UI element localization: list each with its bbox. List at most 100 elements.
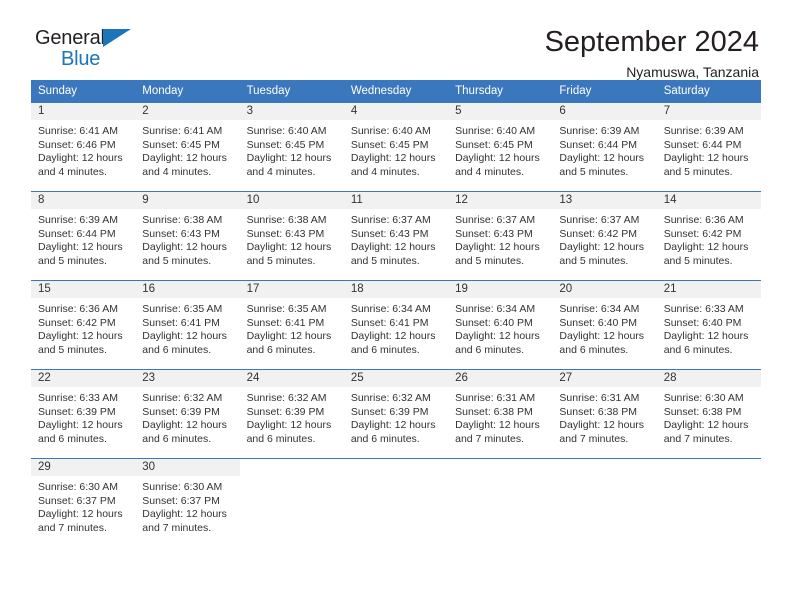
sunrise-time: Sunrise: 6:37 AM [350,214,431,226]
day-number: 22 [31,370,136,387]
day-number: 30 [135,459,240,476]
sunrise-time: Sunrise: 6:38 AM [246,214,327,226]
day-number: 23 [135,370,240,387]
title-block: September 2024 Nyamuswa, Tanzania [545,26,761,81]
location-subtitle: Nyamuswa, Tanzania [626,64,759,80]
sunset-time: Sunset: 6:42 PM [663,227,742,240]
day-details: Sunrise: 6:40 AM Sunset: 6:45 PM Daylight:… [344,120,448,179]
sunrise-time: Sunrise: 6:39 AM [663,125,744,137]
calendar-day-cell[interactable]: 27 Sunrise: 6:31 AM Sunset: 6:38 PM Dayligh… [552,369,657,459]
day-number: 5 [448,103,553,120]
calendar-day-cell[interactable]: 9 Sunrise: 6:38 AM Sunset: 6:43 PM Daylight… [135,191,240,281]
day-number [343,459,449,476]
sunrise-sunset-calendar: Sunday Monday Tuesday Wednesday Thursday Frid… [31,80,761,548]
calendar-day-cell[interactable]: 15 Sunrise: 6:36 AM Sunset: 6:42 PM Dayligh… [31,280,136,370]
calendar-day-cell[interactable]: 22 Sunrise: 6:33 AM Sunset: 6:39 PM Dayligh… [31,369,136,459]
day-details: Sunrise: 6:33 AM Sunset: 6:39 PM Daylight:… [31,387,135,446]
calendar-day-cell[interactable]: 2 Sunrise: 6:41 AM Sunset: 6:45 PM Daylight… [135,102,240,192]
calendar-day-cell[interactable]: 25 Sunrise: 6:32 AM Sunset: 6:39 PM Dayligh… [343,369,449,459]
calendar-day-cell[interactable]: 1 Sunrise: 6:41 AM Sunset: 6:46 PM Daylight… [31,102,136,192]
day-details: Sunrise: 6:39 AM Sunset: 6:44 PM Daylight:… [552,120,656,179]
sunset-time: Sunset: 6:45 PM [142,138,220,151]
daylight-duration: Daylight: 12 hours and 7 minutes. [142,508,227,534]
general-blue-logo[interactable]: General Blue [31,26,181,74]
day-details: Sunrise: 6:32 AM Sunset: 6:39 PM Daylight:… [344,387,448,446]
daylight-duration: Daylight: 12 hours and 5 minutes. [663,241,749,267]
daylight-duration: Daylight: 12 hours and 6 minutes. [246,330,332,356]
daylight-duration: Daylight: 12 hours and 6 minutes. [142,330,227,356]
sunset-time: Sunset: 6:38 PM [559,405,638,418]
daylight-duration: Daylight: 12 hours and 5 minutes. [38,241,123,267]
calendar-day-cell[interactable]: 24 Sunrise: 6:32 AM Sunset: 6:39 PM Dayligh… [239,369,344,459]
daylight-duration: Daylight: 12 hours and 5 minutes. [455,241,540,267]
calendar-day-cell[interactable]: 4 Sunrise: 6:40 AM Sunset: 6:45 PM Daylight… [343,102,449,192]
day-number: 7 [656,103,761,120]
sunrise-time: Sunrise: 6:35 AM [246,303,327,315]
sunrise-time: Sunrise: 6:37 AM [455,214,536,226]
day-details: Sunrise: 6:31 AM Sunset: 6:38 PM Daylight:… [448,387,552,446]
day-number: 13 [552,192,657,209]
day-number [239,459,344,476]
daylight-duration: Daylight: 12 hours and 7 minutes. [38,508,123,534]
calendar-day-cell[interactable]: 30 Sunrise: 6:30 AM Sunset: 6:37 PM Dayligh… [135,458,240,548]
day-details: Sunrise: 6:33 AM Sunset: 6:40 PM Daylight:… [657,298,761,357]
day-number: 26 [448,370,553,387]
calendar-day-cell[interactable]: 28 Sunrise: 6:30 AM Sunset: 6:38 PM Dayligh… [656,369,761,459]
sunrise-time: Sunrise: 6:40 AM [246,125,327,137]
calendar-day-cell[interactable]: 8 Sunrise: 6:39 AM Sunset: 6:44 PM Daylight… [31,191,136,281]
weekday-header-wednesday: Wednesday [343,80,449,103]
day-details: Sunrise: 6:34 AM Sunset: 6:41 PM Daylight:… [344,298,448,357]
calendar-day-cell[interactable]: 11 Sunrise: 6:37 AM Sunset: 6:43 PM Dayligh… [343,191,449,281]
day-number: 25 [343,370,449,387]
sunset-time: Sunset: 6:44 PM [663,138,742,151]
calendar-day-cell[interactable]: 7 Sunrise: 6:39 AM Sunset: 6:44 PM Daylight… [656,102,761,192]
day-details: Sunrise: 6:30 AM Sunset: 6:38 PM Daylight:… [657,387,761,446]
sunrise-time: Sunrise: 6:31 AM [455,392,536,404]
calendar-day-cell[interactable]: 26 Sunrise: 6:31 AM Sunset: 6:38 PM Dayligh… [448,369,553,459]
calendar-page: General Blue September 2024 Nyamuswa, Ta… [0,0,792,612]
sunset-time: Sunset: 6:43 PM [455,227,533,240]
day-number: 20 [552,281,657,298]
sunset-time: Sunset: 6:37 PM [142,494,220,507]
day-details: Sunrise: 6:41 AM Sunset: 6:46 PM Daylight:… [31,120,135,179]
day-details: Sunrise: 6:32 AM Sunset: 6:39 PM Daylight:… [240,387,344,446]
sunrise-time: Sunrise: 6:30 AM [663,392,744,404]
calendar-day-cell[interactable]: 13 Sunrise: 6:37 AM Sunset: 6:42 PM Dayligh… [552,191,657,281]
calendar-day-cell[interactable]: 6 Sunrise: 6:39 AM Sunset: 6:44 PM Daylight… [552,102,657,192]
calendar-day-cell[interactable]: 3 Sunrise: 6:40 AM Sunset: 6:45 PM Daylight… [239,102,344,192]
daylight-duration: Daylight: 12 hours and 7 minutes. [559,419,645,445]
daylight-duration: Daylight: 12 hours and 6 minutes. [559,330,645,356]
daylight-duration: Daylight: 12 hours and 6 minutes. [350,330,436,356]
sunset-time: Sunset: 6:38 PM [663,405,742,418]
sunrise-time: Sunrise: 6:41 AM [142,125,223,137]
daylight-duration: Daylight: 12 hours and 5 minutes. [142,241,227,267]
sunset-time: Sunset: 6:37 PM [38,494,116,507]
calendar-day-cell[interactable]: 19 Sunrise: 6:34 AM Sunset: 6:40 PM Dayligh… [448,280,553,370]
calendar-day-cell[interactable]: 23 Sunrise: 6:32 AM Sunset: 6:39 PM Dayligh… [135,369,240,459]
day-details: Sunrise: 6:30 AM Sunset: 6:37 PM Daylight:… [135,476,239,535]
day-details: Sunrise: 6:35 AM Sunset: 6:41 PM Daylight:… [240,298,344,357]
logo-triangle-icon [103,29,131,47]
calendar-day-cell[interactable]: 10 Sunrise: 6:38 AM Sunset: 6:43 PM Dayligh… [239,191,344,281]
calendar-day-cell[interactable]: 29 Sunrise: 6:30 AM Sunset: 6:37 PM Dayligh… [31,458,136,548]
sunrise-time: Sunrise: 6:33 AM [663,303,744,315]
day-number: 8 [31,192,136,209]
calendar-day-cell[interactable]: 16 Sunrise: 6:35 AM Sunset: 6:41 PM Dayligh… [135,280,240,370]
day-details: Sunrise: 6:37 AM Sunset: 6:43 PM Daylight:… [344,209,448,268]
day-number: 14 [656,192,761,209]
sunrise-time: Sunrise: 6:36 AM [38,303,118,315]
sunset-time: Sunset: 6:39 PM [38,405,116,418]
daylight-duration: Daylight: 12 hours and 6 minutes. [38,419,123,445]
calendar-day-cell[interactable]: 14 Sunrise: 6:36 AM Sunset: 6:42 PM Dayligh… [656,191,761,281]
calendar-day-cell[interactable]: 20 Sunrise: 6:34 AM Sunset: 6:40 PM Dayligh… [552,280,657,370]
day-number: 29 [31,459,136,476]
sunrise-time: Sunrise: 6:32 AM [246,392,327,404]
calendar-day-cell[interactable]: 21 Sunrise: 6:33 AM Sunset: 6:40 PM Dayligh… [656,280,761,370]
calendar-day-cell[interactable]: 17 Sunrise: 6:35 AM Sunset: 6:41 PM Dayligh… [239,280,344,370]
day-details: Sunrise: 6:38 AM Sunset: 6:43 PM Daylight:… [135,209,239,268]
calendar-day-cell[interactable]: 18 Sunrise: 6:34 AM Sunset: 6:41 PM Dayligh… [343,280,449,370]
calendar-day-cell[interactable]: 5 Sunrise: 6:40 AM Sunset: 6:45 PM Daylight… [448,102,553,192]
calendar-day-cell[interactable]: 12 Sunrise: 6:37 AM Sunset: 6:43 PM Dayligh… [448,191,553,281]
daylight-duration: Daylight: 12 hours and 7 minutes. [455,419,540,445]
sunset-time: Sunset: 6:43 PM [350,227,429,240]
